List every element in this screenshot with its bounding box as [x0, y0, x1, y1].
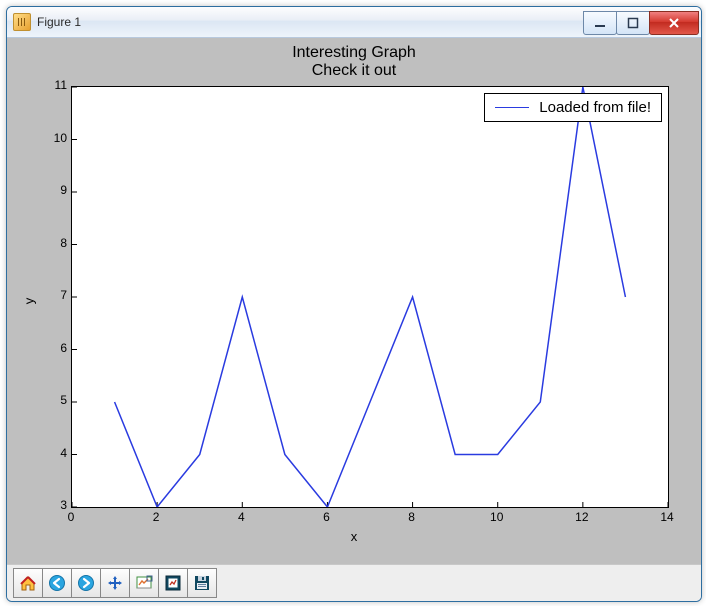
subplots-button[interactable] — [159, 568, 188, 598]
x-tick-label: 0 — [63, 510, 79, 524]
x-tick-label: 2 — [148, 510, 164, 524]
home-button[interactable] — [13, 568, 43, 598]
y-tick-label: 8 — [45, 236, 67, 250]
save-button[interactable] — [188, 568, 217, 598]
titlebar[interactable]: Figure 1 — [7, 7, 701, 38]
figure-canvas[interactable]: Interesting Graph Check it out y Loaded … — [7, 38, 701, 564]
y-tick-label: 4 — [45, 446, 67, 460]
x-tick-label: 8 — [404, 510, 420, 524]
minimize-button[interactable] — [583, 11, 617, 35]
x-tick-label: 4 — [233, 510, 249, 524]
figure-window: Figure 1 Interesting Graph Check it out — [6, 6, 702, 602]
y-tick-label: 3 — [45, 498, 67, 512]
forward-button[interactable] — [72, 568, 101, 598]
y-tick-label: 10 — [45, 131, 67, 145]
y-tick-label: 9 — [45, 183, 67, 197]
x-axis-label: x — [351, 529, 358, 544]
x-tick-label: 12 — [574, 510, 590, 524]
app-icon — [13, 13, 31, 31]
back-button[interactable] — [43, 568, 72, 598]
legend: Loaded from file! — [484, 93, 662, 122]
legend-label: Loaded from file! — [539, 99, 651, 116]
close-button[interactable] — [649, 11, 699, 35]
y-tick-label: 5 — [45, 393, 67, 407]
x-tick-label: 10 — [489, 510, 505, 524]
y-tick-label: 6 — [45, 341, 67, 355]
y-tick-label: 11 — [45, 78, 67, 92]
maximize-button[interactable] — [616, 11, 650, 35]
zoom-button[interactable] — [130, 568, 159, 598]
y-axis-label: y — [22, 298, 37, 305]
navigation-toolbar — [7, 564, 701, 601]
legend-line-icon — [495, 107, 529, 108]
chart-subtitle: Check it out — [292, 62, 416, 80]
chart-title-main: Interesting Graph — [292, 44, 416, 62]
x-tick-label: 14 — [659, 510, 675, 524]
window-title: Figure 1 — [37, 15, 81, 29]
pan-button[interactable] — [101, 568, 130, 598]
y-tick-label: 7 — [45, 288, 67, 302]
plot-area: Loaded from file! — [71, 86, 669, 508]
chart-title: Interesting Graph Check it out — [292, 44, 416, 81]
x-tick-label: 6 — [318, 510, 334, 524]
